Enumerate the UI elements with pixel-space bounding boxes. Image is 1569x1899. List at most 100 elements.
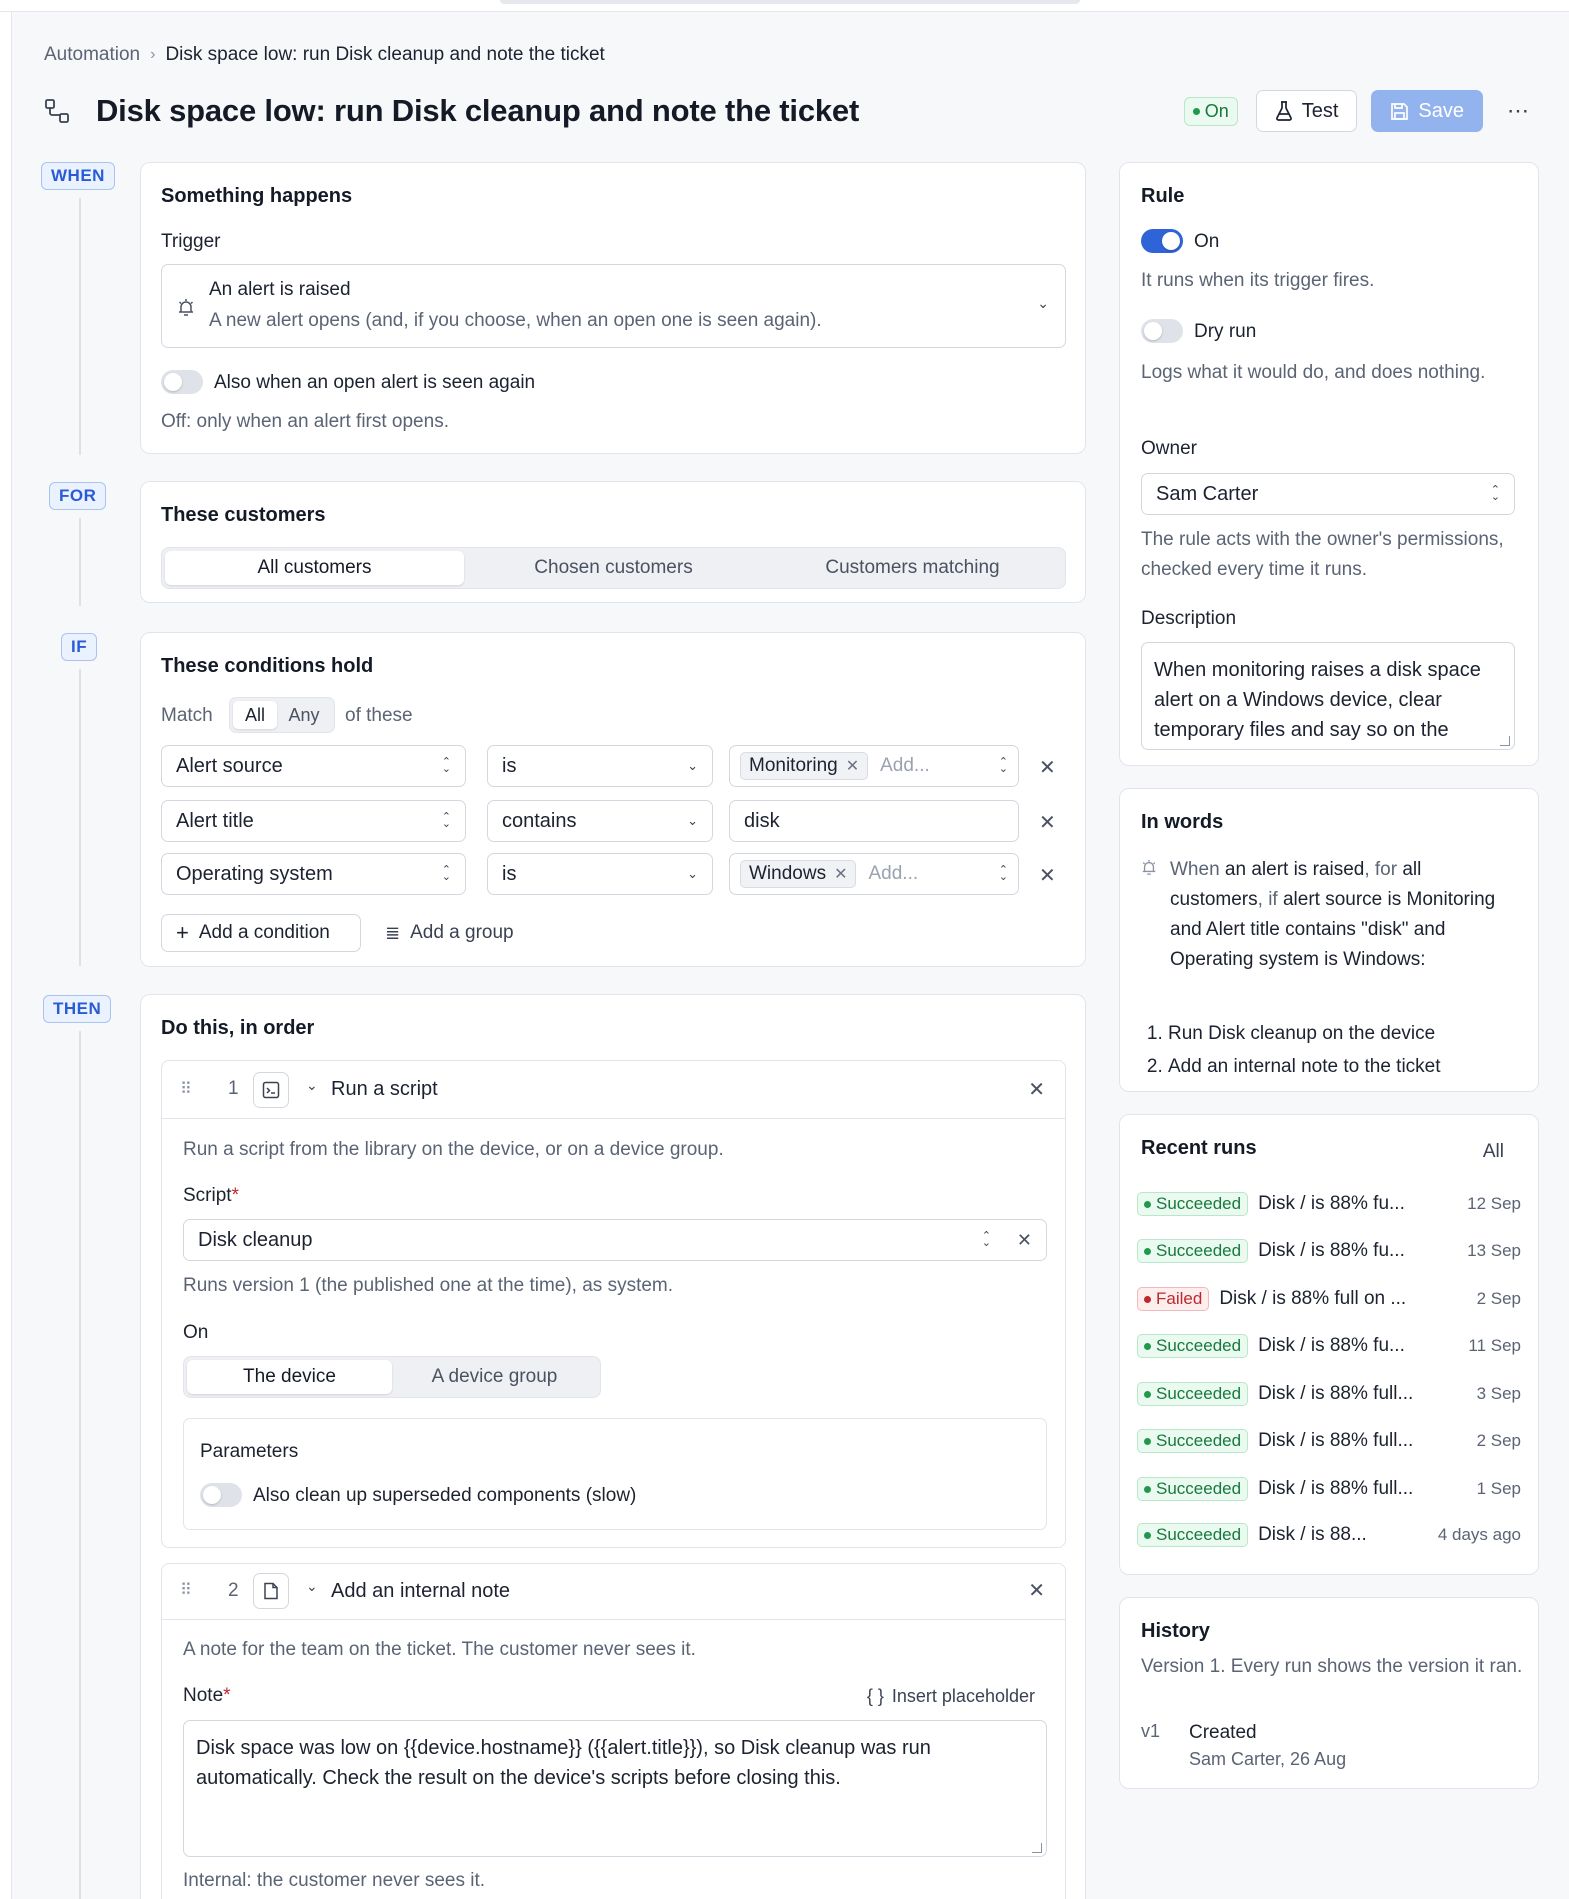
breadcrumb-parent[interactable]: Automation [44, 44, 140, 66]
history-heading: History [1141, 1620, 1210, 1642]
rail-if-tag: IF [61, 633, 98, 661]
alarm-icon [178, 299, 194, 316]
remove-chip-icon[interactable]: ✕ [846, 756, 859, 776]
parameters-label: Parameters [200, 1441, 299, 1462]
remove-condition-icon[interactable]: ✕ [1039, 755, 1056, 780]
required-marker: * [231, 1185, 239, 1206]
chevron-down-icon[interactable]: ⌄ [306, 1578, 318, 1595]
condition-value-input[interactable]: disk [729, 800, 1019, 842]
chevron-right-icon: › [150, 46, 156, 63]
remove-step-icon[interactable]: ✕ [1028, 1077, 1045, 1102]
tab-a-device-group[interactable]: A device group [392, 1360, 597, 1394]
breadcrumb: Automation › Disk space low: run Disk cl… [44, 44, 605, 66]
condition-operator-select[interactable]: is ⌄ [487, 745, 713, 787]
condition-value-multiselect[interactable]: Windows ✕ Add... ⌃ ⌄ [729, 853, 1019, 895]
status-badge: Succeeded [1137, 1523, 1249, 1547]
match-suffix: of these [345, 705, 413, 726]
resize-handle[interactable] [1032, 1843, 1042, 1853]
remove-step-icon[interactable]: ✕ [1028, 1578, 1045, 1603]
run-date: 2 Sep [1476, 1289, 1521, 1308]
more-options-button[interactable]: ⋯ [1497, 90, 1539, 132]
resize-handle[interactable] [1500, 736, 1510, 746]
script-label: Script* [183, 1185, 239, 1207]
value-chip-label: Monitoring [749, 755, 838, 776]
run-row[interactable]: Succeeded Disk / is 88% fu... 11 Sep [1137, 1333, 1521, 1359]
run-row[interactable]: Succeeded Disk / is 88... 4 days ago [1137, 1522, 1521, 1548]
condition-operator-select[interactable]: is ⌄ [487, 853, 713, 895]
recent-runs-heading: Recent runs [1141, 1137, 1257, 1159]
tab-the-device[interactable]: The device [187, 1360, 392, 1394]
in-words-steps: Run Disk cleanup on the device Add an in… [1168, 1017, 1441, 1083]
terminal-icon [253, 1072, 289, 1108]
condition-field-value: Alert source [176, 754, 283, 777]
run-row[interactable]: Succeeded Disk / is 88% full... 1 Sep [1137, 1476, 1521, 1502]
add-condition-button[interactable]: + Add a condition [161, 914, 361, 952]
rail-connector [79, 198, 81, 455]
summary-text: When [1170, 859, 1225, 880]
drag-handle-icon[interactable]: ⠿ [180, 1079, 193, 1099]
condition-field-select[interactable]: Alert title ⌃ ⌄ [161, 800, 466, 842]
dry-run-toggle[interactable] [1141, 319, 1183, 343]
chevron-updown-icon: ⌃ ⌄ [441, 864, 451, 883]
remove-condition-icon[interactable]: ✕ [1039, 810, 1056, 835]
run-title: Disk / is 88% full... [1258, 1383, 1414, 1404]
note-textarea[interactable]: Disk space was low on {{device.hostname}… [183, 1720, 1047, 1857]
match-any-option[interactable]: Any [277, 701, 331, 729]
status-badge: Succeeded [1137, 1429, 1249, 1453]
version-tag: v1 [1141, 1721, 1161, 1741]
tab-customers-matching[interactable]: Customers matching [763, 551, 1062, 585]
remove-condition-icon[interactable]: ✕ [1039, 863, 1056, 888]
match-all-option[interactable]: All [233, 701, 277, 729]
seen-again-label: Also when an open alert is seen again [214, 372, 536, 393]
status-dot [1144, 1485, 1151, 1493]
action-step-header: ⠿ 1 ⌄ Run a script ✕ [162, 1061, 1065, 1119]
add-condition-label: Add a condition [198, 922, 330, 943]
run-status: Succeeded [1156, 1194, 1242, 1213]
run-row[interactable]: Succeeded Disk / is 88% full... 3 Sep [1137, 1381, 1521, 1407]
required-marker: * [223, 1685, 231, 1706]
history-description: Version 1. Every run shows the version i… [1141, 1656, 1523, 1677]
condition-field-select[interactable]: Alert source ⌃ ⌄ [161, 745, 466, 787]
clear-icon[interactable]: ✕ [1017, 1230, 1032, 1251]
chevron-down-icon: ⌄ [687, 758, 698, 773]
value-chip: Monitoring ✕ [740, 752, 869, 780]
then-heading: Do this, in order [161, 1017, 315, 1039]
summary-text: , if [1257, 889, 1283, 910]
tab-all-customers[interactable]: All customers [165, 551, 464, 585]
run-row[interactable]: Succeeded Disk / is 88% fu... 12 Sep [1137, 1191, 1521, 1217]
in-words-step: Run Disk cleanup on the device [1168, 1017, 1441, 1050]
top-bar-handle [500, 0, 1080, 4]
trigger-select[interactable]: An alert is raised A new alert opens (an… [161, 264, 1066, 348]
description-textarea[interactable]: When monitoring raises a disk space aler… [1141, 642, 1515, 750]
rule-on-toggle[interactable] [1141, 229, 1183, 253]
seen-again-toggle[interactable] [161, 370, 203, 394]
match-segmented: All Any [229, 697, 335, 733]
rail-connector [79, 518, 81, 606]
chevron-updown-icon: ⌃ ⌄ [1490, 484, 1500, 503]
remove-chip-icon[interactable]: ✕ [834, 864, 847, 884]
condition-field-select[interactable]: Operating system ⌃ ⌄ [161, 853, 466, 895]
rail-connector [79, 1031, 81, 1899]
run-status: Succeeded [1156, 1525, 1242, 1544]
run-row[interactable]: Failed Disk / is 88% full on ... 2 Sep [1137, 1286, 1521, 1312]
then-card: Do this, in order ⠿ 1 ⌄ Run a script ✕ R… [140, 994, 1086, 1899]
add-group-button[interactable]: ≣ Add a group [385, 914, 514, 952]
owner-select[interactable]: Sam Carter ⌃ ⌄ [1141, 473, 1515, 515]
condition-operator-select[interactable]: contains ⌄ [487, 800, 713, 842]
action-step-header: ⠿ 2 ⌄ Add an internal note ✕ [162, 1564, 1065, 1620]
insert-placeholder-button[interactable]: { } Insert placeholder [867, 1686, 1035, 1707]
run-row[interactable]: Succeeded Disk / is 88% fu... 13 Sep [1137, 1238, 1521, 1264]
test-button[interactable]: Test [1255, 90, 1358, 132]
run-row[interactable]: Succeeded Disk / is 88% full... 2 Sep [1137, 1428, 1521, 1454]
save-button[interactable]: Save [1371, 90, 1483, 132]
value-placeholder: Add... [880, 755, 930, 776]
superseded-components-toggle[interactable] [200, 1483, 242, 1507]
all-runs-link[interactable]: All [1483, 1141, 1504, 1163]
braces-icon: { } [866, 1686, 884, 1706]
tab-chosen-customers[interactable]: Chosen customers [464, 551, 763, 585]
script-select[interactable]: Disk cleanup ⌃ ⌄ ✕ [183, 1219, 1047, 1261]
chevron-down-icon[interactable]: ⌄ [306, 1077, 318, 1094]
rule-card: Rule On It runs when its trigger fires. … [1119, 162, 1539, 766]
drag-handle-icon[interactable]: ⠿ [180, 1580, 193, 1600]
condition-value-multiselect[interactable]: Monitoring ✕ Add... ⌃ ⌄ [729, 745, 1019, 787]
